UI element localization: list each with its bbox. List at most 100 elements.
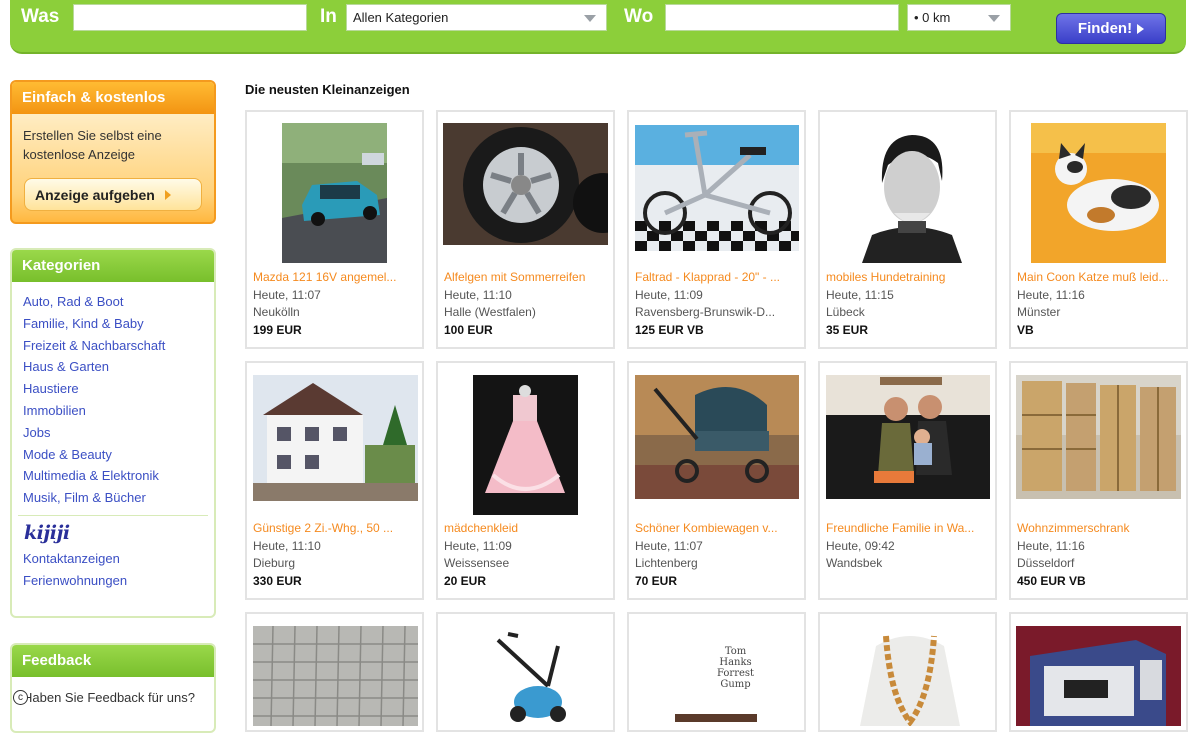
listing-card[interactable]: Günstige 2 Zi.-Whg., 50 ... Heute, 11:10…: [245, 361, 424, 600]
listing-date: Heute, 11:15: [826, 288, 894, 302]
cabinet-photo: [1016, 375, 1181, 499]
poster-text-line: Tom: [724, 646, 747, 657]
tiles-photo: [253, 626, 418, 726]
listing-title[interactable]: Faltrad - Klapprad - 20" - ...: [635, 270, 801, 284]
stroller-photo: [635, 375, 799, 499]
listing-title[interactable]: Freundliche Familie in Wa...: [826, 521, 992, 535]
copyright-icon: c: [13, 690, 28, 705]
listing-title[interactable]: Main Coon Katze muß leid...: [1017, 270, 1183, 284]
necklace-photo: [840, 626, 980, 726]
listing-date: Heute, 11:09: [444, 539, 512, 553]
contact-ads-link[interactable]: Kontaktanzeigen: [23, 548, 214, 570]
bench-graphic: [675, 714, 757, 722]
listing-card[interactable]: Mazda 121 16V angemel... Heute, 11:07 Ne…: [245, 110, 424, 349]
listing-price: 330 EUR: [253, 574, 302, 588]
poster-title-text: Tom Hanks Forrest Gump: [717, 646, 754, 690]
radius-select-value: • 0 km: [914, 10, 951, 25]
listing-location: Düsseldorf: [1017, 556, 1075, 570]
bike-photo: [635, 125, 799, 251]
listing-title[interactable]: mädchenkleid: [444, 521, 610, 535]
dress-photo: [473, 375, 578, 515]
arrow-right-icon: [164, 189, 171, 200]
listing-card[interactable]: [1009, 612, 1188, 732]
electronics-box-photo: [1016, 626, 1181, 726]
listing-date: Heute, 11:07: [253, 288, 321, 302]
car-photo: [282, 123, 387, 263]
listing-card[interactable]: [245, 612, 424, 732]
category-link[interactable]: Haus & Garten: [23, 356, 214, 378]
category-select[interactable]: Allen Kategorien: [346, 4, 607, 31]
listing-title[interactable]: Schöner Kombiewagen v...: [635, 521, 801, 535]
was-search-input[interactable]: [73, 4, 307, 31]
listing-card[interactable]: Wohnzimmerschrank Heute, 11:16 Düsseldor…: [1009, 361, 1188, 600]
listing-title[interactable]: Mazda 121 16V angemel...: [253, 270, 419, 284]
find-button[interactable]: Finden!: [1056, 13, 1166, 44]
woman-portrait-photo: [854, 123, 966, 263]
listing-card[interactable]: Schöner Kombiewagen v... Heute, 11:07 Li…: [627, 361, 806, 600]
category-link[interactable]: Auto, Rad & Boot: [23, 291, 214, 313]
listing-location: Ravensberg-Brunswik-D...: [635, 305, 776, 319]
poster-text-line: Hanks: [719, 657, 752, 668]
promo-text: Erstellen Sie selbst eine kostenlose Anz…: [23, 128, 162, 162]
listing-location: Wandsbek: [826, 556, 883, 570]
listing-date: Heute, 11:09: [635, 288, 703, 302]
feedback-title: Feedback: [12, 645, 214, 677]
category-link[interactable]: Musik, Film & Bücher: [23, 487, 214, 509]
divider: [18, 514, 208, 516]
promo-box: Einfach & kostenlos Erstellen Sie selbst…: [10, 80, 216, 224]
listing-price: VB: [1017, 323, 1034, 337]
radius-select[interactable]: • 0 km: [907, 4, 1011, 31]
movie-poster-photo: Tom Hanks Forrest Gump: [669, 626, 769, 726]
chevron-down-icon: [584, 15, 596, 22]
tiller-photo: [458, 626, 598, 726]
wo-location-input[interactable]: [665, 4, 899, 31]
categories-box: Kategorien Auto, Rad & Boot Familie, Kin…: [10, 248, 216, 618]
category-link[interactable]: Multimedia & Elektronik: [23, 465, 214, 487]
listing-card[interactable]: Freundliche Familie in Wa... Heute, 09:4…: [818, 361, 997, 600]
listing-title[interactable]: Günstige 2 Zi.-Whg., 50 ...: [253, 521, 419, 535]
category-link[interactable]: Familie, Kind & Baby: [23, 313, 214, 335]
category-link[interactable]: Immobilien: [23, 400, 214, 422]
listing-location: Lübeck: [826, 305, 865, 319]
listing-card[interactable]: Faltrad - Klapprad - 20" - ... Heute, 11…: [627, 110, 806, 349]
listing-price: 70 EUR: [635, 574, 678, 588]
listing-date: Heute, 11:16: [1017, 539, 1085, 553]
family-photo: [826, 375, 990, 499]
wo-label: Wo: [624, 6, 654, 27]
feedback-text[interactable]: Haben Sie Feedback für uns?: [12, 677, 214, 706]
listing-card[interactable]: mobiles Hundetraining Heute, 11:15 Lübec…: [818, 110, 997, 349]
poster-text-line: Forrest: [717, 668, 755, 679]
extra-link-list: Kontaktanzeigen Ferienwohnungen: [12, 546, 214, 592]
wheel-photo: [443, 123, 608, 245]
was-label: Was: [21, 6, 60, 27]
category-link[interactable]: Haustiere: [23, 378, 214, 400]
category-link[interactable]: Freizeit & Nachbarschaft: [23, 335, 214, 357]
listing-card[interactable]: Tom Hanks Forrest Gump: [627, 612, 806, 732]
cat-photo: [1031, 123, 1166, 263]
listing-card[interactable]: [436, 612, 615, 732]
listing-location: Lichtenberg: [635, 556, 698, 570]
post-ad-button-label: Anzeige aufgeben: [35, 186, 155, 203]
listing-price: 199 EUR: [253, 323, 302, 337]
category-list: Auto, Rad & Boot Familie, Kind & Baby Fr…: [12, 282, 214, 509]
kijiji-logo[interactable]: kijiji: [24, 522, 214, 546]
page-title: Die neusten Kleinanzeigen: [245, 82, 410, 97]
post-ad-button[interactable]: Anzeige aufgeben: [24, 178, 202, 211]
listing-card[interactable]: Alfelgen mit Sommerreifen Heute, 11:10 H…: [436, 110, 615, 349]
listing-title[interactable]: Alfelgen mit Sommerreifen: [444, 270, 610, 284]
house-photo: [253, 375, 418, 501]
holiday-homes-link[interactable]: Ferienwohnungen: [23, 570, 214, 592]
category-link[interactable]: Jobs: [23, 422, 214, 444]
listing-title[interactable]: Wohnzimmerschrank: [1017, 521, 1183, 535]
poster-text-line: Gump: [720, 679, 751, 690]
category-link[interactable]: Mode & Beauty: [23, 444, 214, 466]
listing-location: Weissensee: [444, 556, 510, 570]
listing-card[interactable]: Main Coon Katze muß leid... Heute, 11:16…: [1009, 110, 1188, 349]
listing-card[interactable]: mädchenkleid Heute, 11:09 Weissensee 20 …: [436, 361, 615, 600]
listing-card[interactable]: [818, 612, 997, 732]
listing-location: Münster: [1017, 305, 1061, 319]
listing-date: Heute, 11:07: [635, 539, 703, 553]
listing-price: 35 EUR: [826, 323, 869, 337]
listing-title[interactable]: mobiles Hundetraining: [826, 270, 992, 284]
promo-title: Einfach & kostenlos: [12, 82, 214, 114]
